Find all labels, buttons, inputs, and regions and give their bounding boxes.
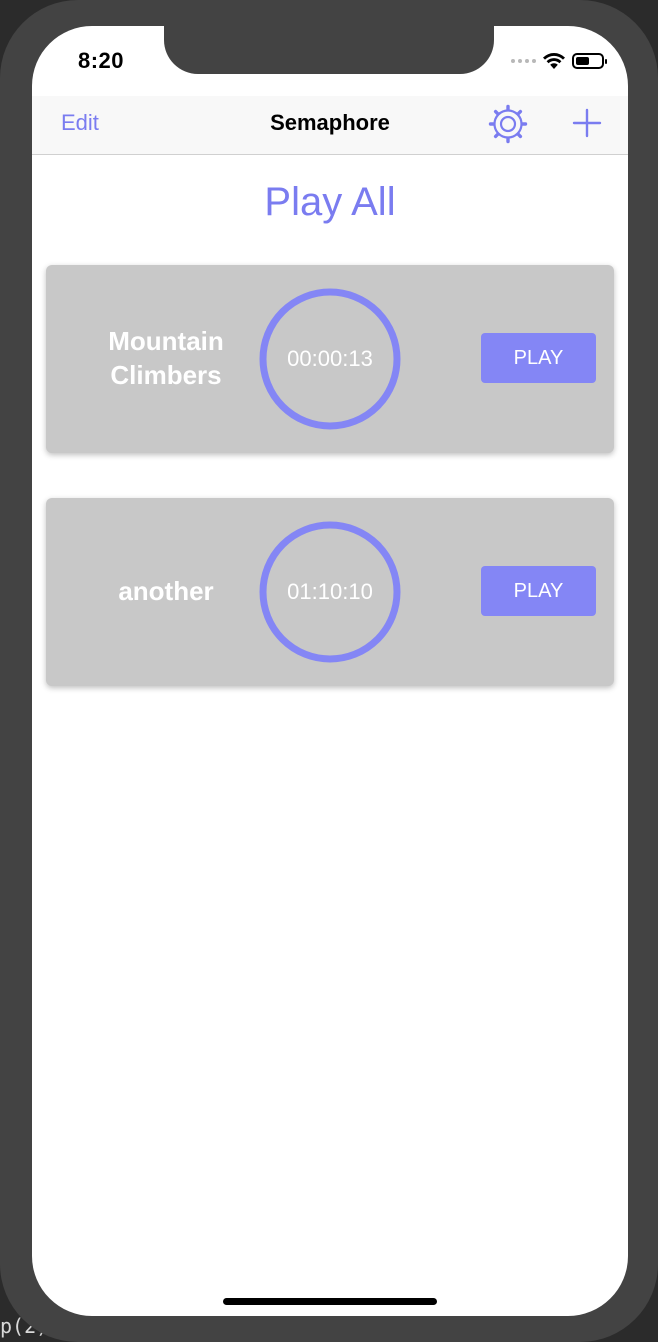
cellular-signal-icon	[511, 59, 536, 63]
play-button[interactable]: PLAY	[481, 566, 596, 616]
wifi-icon	[543, 53, 565, 69]
timer-name: Mountain Climbers	[108, 326, 224, 390]
page-title: Semaphore	[270, 110, 390, 135]
app-screen: 8:20 Edit Semaphore Play All Mountain Cl…	[32, 26, 628, 1316]
notch	[164, 26, 494, 74]
timer-card[interactable]: Mountain Climbers 00:00:13 PLAY	[46, 265, 614, 453]
add-button[interactable]	[570, 106, 604, 140]
status-icons	[511, 52, 607, 70]
gear-icon[interactable]	[488, 104, 528, 144]
timer-name: another	[118, 576, 214, 607]
timer-duration: 01:10:10	[287, 579, 373, 604]
status-time: 8:20	[78, 48, 125, 73]
play-all-button[interactable]: Play All	[32, 180, 628, 225]
timer-duration: 00:00:13	[287, 346, 373, 371]
home-indicator[interactable]	[223, 1298, 437, 1305]
play-button[interactable]: PLAY	[481, 333, 596, 383]
battery-icon	[572, 53, 607, 69]
plus-icon	[572, 108, 602, 138]
phone-frame: 8:20 Edit Semaphore Play All Mountain Cl…	[0, 0, 658, 1342]
timer-card[interactable]: another 01:10:10 PLAY	[46, 498, 614, 686]
navigation-bar: Edit Semaphore	[32, 96, 628, 155]
